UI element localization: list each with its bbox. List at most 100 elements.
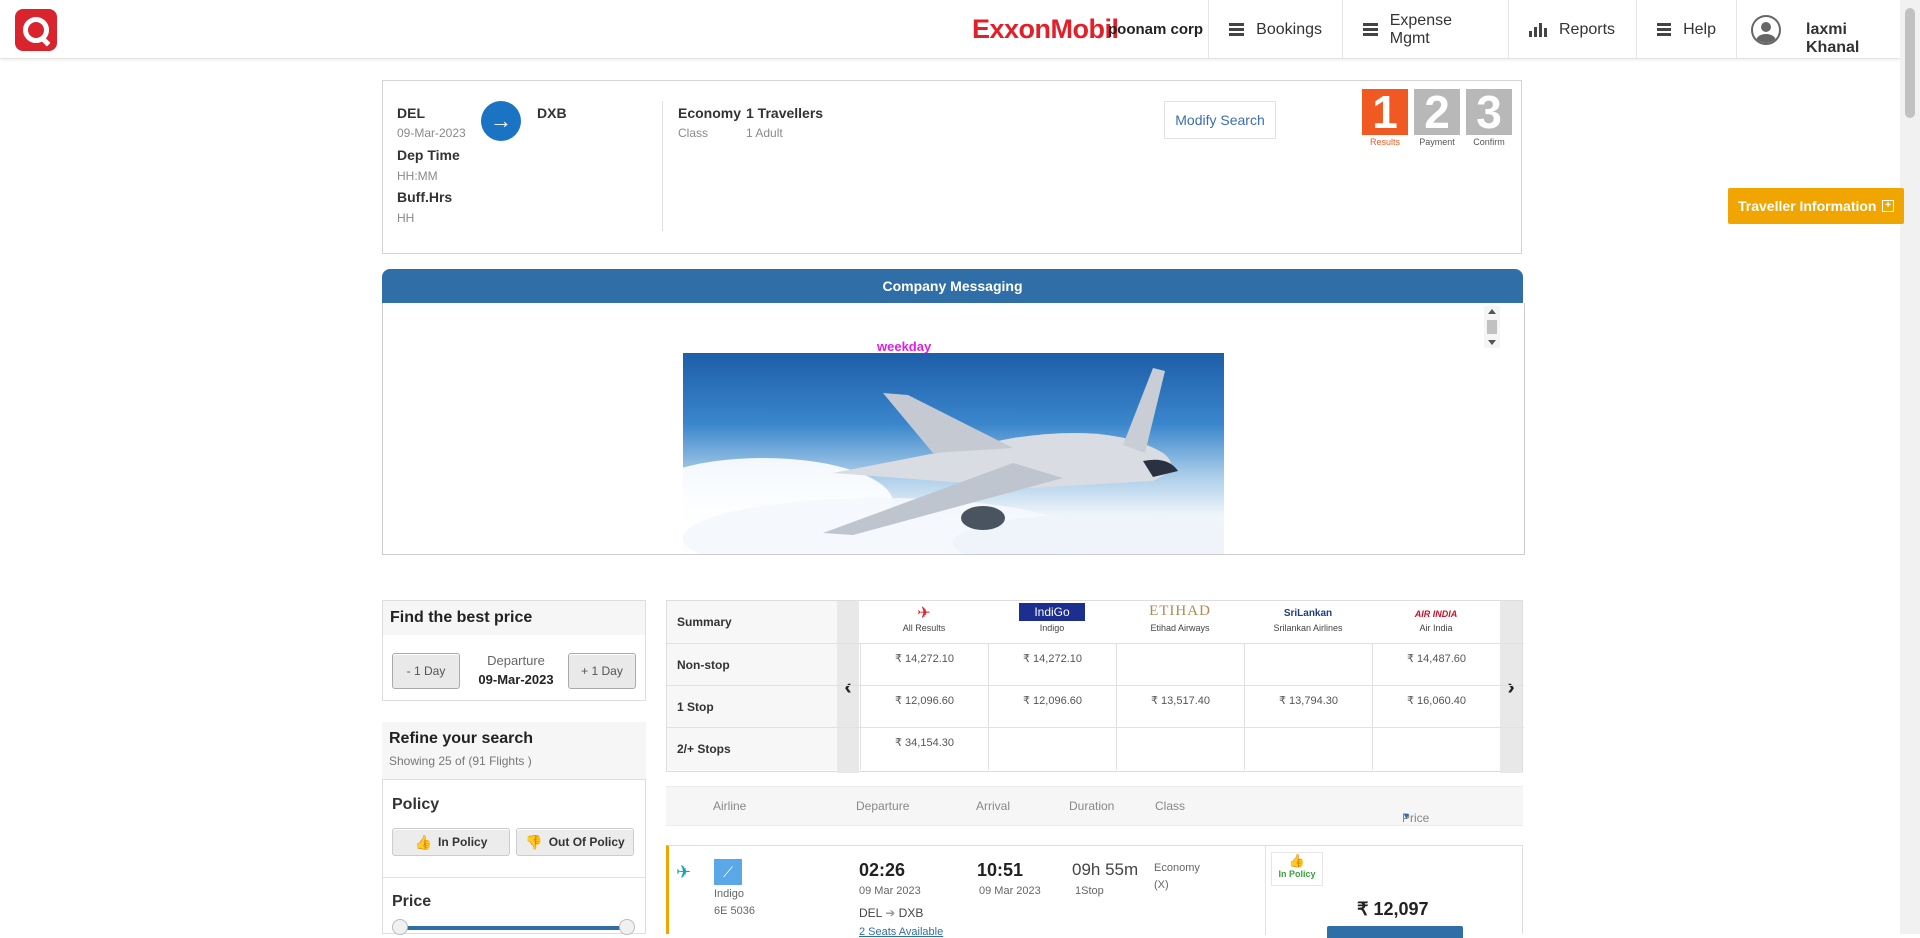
- nav-help[interactable]: Help: [1636, 0, 1736, 59]
- price-title: Price: [392, 893, 432, 910]
- sort-class[interactable]: Class: [1155, 799, 1185, 813]
- matrix-cell[interactable]: ₹ 13,794.30: [1244, 686, 1372, 728]
- matrix-cell[interactable]: ₹ 13,517.40: [1116, 686, 1244, 728]
- matrix-col-srilankan[interactable]: SriLankan Srilankan Airlines: [1244, 603, 1372, 633]
- nav-expense-label: Expense Mgmt: [1389, 11, 1452, 47]
- user-name[interactable]: laxmi Khanal: [1806, 21, 1900, 57]
- menu-icon: [1363, 23, 1378, 36]
- result-route: DEL ➔ DXB: [859, 906, 923, 920]
- refine-title: Refine your search: [389, 730, 534, 747]
- nav-reports[interactable]: Reports: [1508, 0, 1636, 59]
- price-slider-track: [397, 926, 627, 930]
- matrix-col-label: Etihad Airways: [1150, 623, 1210, 633]
- company-messaging-header: Company Messaging: [382, 269, 1523, 303]
- sort-duration[interactable]: Duration: [1069, 799, 1114, 813]
- result-arr-time: 10:51: [977, 860, 1024, 880]
- user-avatar-icon[interactable]: [1751, 15, 1781, 45]
- matrix-col-label: Srilankan Airlines: [1273, 623, 1343, 633]
- result-price: ₹ 12,097: [1357, 899, 1429, 919]
- thumbs-up-icon: 👍: [414, 833, 433, 850]
- matrix-row-nonstop: Non-stop ₹ 14,272.10 ₹ 14,272.10 ₹ 14,48…: [667, 643, 1524, 686]
- sort-airline[interactable]: Airline: [713, 799, 746, 813]
- caret-down-icon: ▼: [1402, 811, 1411, 821]
- result-class: Economy: [1154, 862, 1200, 874]
- flight-result-row[interactable]: ✈ ⟋ Indigo 6E 5036 02:26 09 Mar 2023 DEL…: [666, 845, 1523, 938]
- departure-date: 09-Mar-2023: [397, 126, 466, 140]
- page-scrollbar[interactable]: [1900, 0, 1920, 934]
- matrix-cell[interactable]: [1372, 728, 1500, 770]
- matrix-col-label: Air India: [1419, 623, 1453, 633]
- nav-bookings-label: Bookings: [1256, 20, 1322, 38]
- matrix-cell[interactable]: ₹ 14,272.10: [860, 644, 988, 686]
- in-policy-label: In Policy: [438, 835, 488, 849]
- matrix-row-1stop: 1 Stop ₹ 12,096.60 ₹ 12,096.60 ₹ 13,517.…: [667, 685, 1524, 728]
- seats-available-link[interactable]: 2 Seats Available: [859, 926, 943, 938]
- matrix-col-air-india[interactable]: AIR INDIA Air India: [1372, 603, 1500, 633]
- policy-title: Policy: [392, 796, 440, 813]
- matrix-col-etihad[interactable]: ETIHAD Etihad Airways: [1116, 603, 1244, 633]
- traveller-info-label: Traveller Information: [1738, 198, 1877, 214]
- dep-time-label: Dep Time: [397, 147, 460, 163]
- price-slider-min-handle[interactable]: [392, 919, 408, 935]
- route-arrow-icon: ➔: [885, 906, 896, 920]
- indigo-logo: IndiGo: [1019, 603, 1085, 621]
- matrix-col-indigo[interactable]: IndiGo Indigo: [988, 603, 1116, 633]
- dep-time-input[interactable]: HH:MM: [397, 169, 438, 183]
- matrix-col-label: All Results: [902, 623, 946, 633]
- buff-hrs-input[interactable]: HH: [397, 211, 414, 225]
- plus-one-day-button[interactable]: + 1 Day: [568, 653, 636, 689]
- origin-code: DEL: [397, 105, 425, 121]
- flight-plane-icon: ✈: [676, 862, 692, 882]
- sort-departure[interactable]: Departure: [856, 799, 909, 813]
- airplane-image: [683, 353, 1224, 554]
- client-brand-logo: ExxonMobil: [972, 14, 1119, 44]
- air-india-logo: AIR INDIA: [1414, 609, 1458, 619]
- matrix-cell[interactable]: ₹ 14,272.10: [988, 644, 1116, 686]
- result-airline-name: Indigo: [714, 888, 744, 900]
- matrix-cell[interactable]: ₹ 14,487.60: [1372, 644, 1500, 686]
- in-policy-badge: 👍 In Policy: [1271, 852, 1323, 886]
- matrix-cell[interactable]: [1244, 728, 1372, 770]
- messaging-scrollbar[interactable]: [1484, 306, 1500, 348]
- showing-count: Showing 25 of (91 Flights ): [389, 754, 532, 768]
- plus-box-icon: +: [1882, 200, 1894, 212]
- nav-expense-mgmt[interactable]: Expense Mgmt: [1342, 0, 1508, 59]
- result-dep-date: 09 Mar 2023: [859, 885, 921, 897]
- results-sort-header: Airline Departure Arrival Duration Class…: [666, 786, 1523, 826]
- matrix-row-label: 1 Stop: [667, 686, 837, 728]
- minus-one-day-button[interactable]: - 1 Day: [392, 653, 460, 689]
- out-of-policy-filter[interactable]: 👎 Out Of Policy: [516, 828, 634, 856]
- matrix-cell[interactable]: ₹ 16,060.40: [1372, 686, 1500, 728]
- matrix-cell[interactable]: ₹ 12,096.60: [988, 686, 1116, 728]
- step-results-label: Results: [1369, 137, 1400, 147]
- matrix-col-all-results[interactable]: ✈ All Results: [860, 603, 988, 633]
- departure-label: Departure: [487, 653, 545, 668]
- in-policy-filter[interactable]: 👍 In Policy: [392, 828, 510, 856]
- matrix-row-2stops: 2/+ Stops ₹ 34,154.30: [667, 727, 1524, 770]
- app-logo[interactable]: [15, 9, 57, 51]
- matrix-cell[interactable]: [1116, 644, 1244, 686]
- nav-help-label: Help: [1683, 20, 1716, 38]
- step-payment: 2: [1414, 86, 1460, 138]
- matrix-cell[interactable]: ₹ 34,154.30: [860, 728, 988, 770]
- nav-bookings[interactable]: Bookings: [1208, 0, 1342, 59]
- buff-hrs-label: Buff.Hrs: [397, 189, 453, 205]
- matrix-col-label: Indigo: [1039, 623, 1065, 633]
- matrix-cell[interactable]: [1116, 728, 1244, 770]
- matrix-cell[interactable]: ₹ 12,096.60: [860, 686, 988, 728]
- modify-search-button[interactable]: Modify Search: [1164, 101, 1276, 139]
- top-navbar: ExxonMobil poonam corp Bookings Expense …: [0, 0, 1900, 59]
- matrix-cell[interactable]: [988, 728, 1116, 770]
- step-payment-label: Payment: [1419, 137, 1455, 147]
- select-flight-button[interactable]: [1327, 926, 1463, 938]
- route-to: DXB: [898, 906, 924, 920]
- thumbs-up-icon: 👍: [1288, 853, 1306, 868]
- traveller-information-tab[interactable]: Traveller Information +: [1728, 188, 1904, 224]
- matrix-row-label: Non-stop: [667, 644, 837, 686]
- matrix-cell[interactable]: [1244, 644, 1372, 686]
- price-slider-max-handle[interactable]: [619, 919, 635, 935]
- matrix-summary-label: Summary: [667, 601, 837, 643]
- search-summary: DEL 09-Mar-2023 Dep Time HH:MM Buff.Hrs …: [382, 80, 1522, 254]
- sort-arrival[interactable]: Arrival: [976, 799, 1010, 813]
- travellers-sub: 1 Adult: [746, 126, 783, 140]
